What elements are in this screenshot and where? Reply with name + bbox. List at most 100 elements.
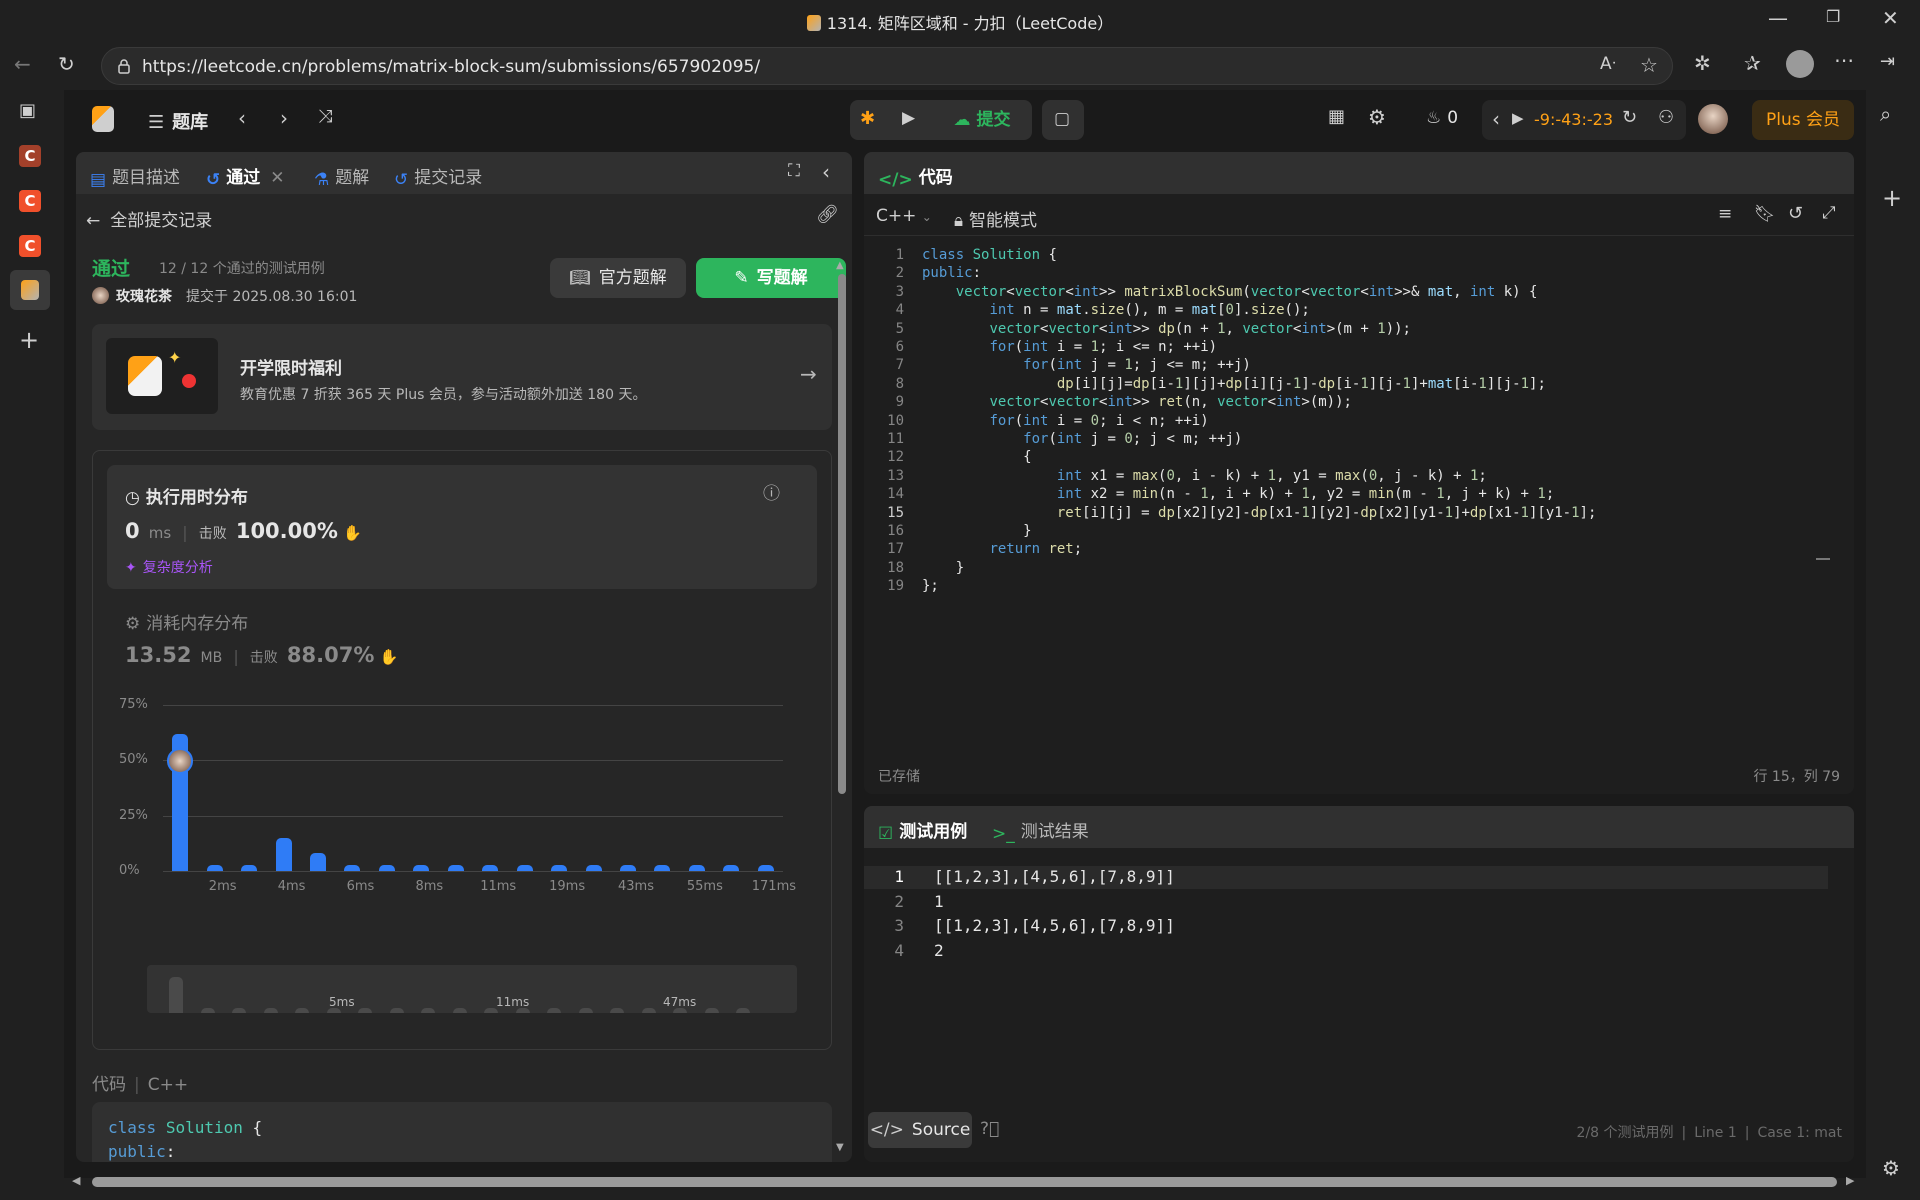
testcase-line[interactable]: 42 [864,940,1828,963]
smart-mode-toggle[interactable]: 🔒︎ 智能模式 [954,206,1037,231]
chart-bar[interactable] [620,865,636,871]
chart-bar[interactable] [516,865,533,871]
runtime-distribution-chart: 75% 50% 25% 0% 2ms 4ms 6ms 8ms 11ms 19ms 43ms 55ms 1… [93,681,833,911]
chart-bar[interactable] [654,865,671,871]
runtime-card[interactable]: ◷ 执行用时分布 ⓘ 0 ms | 击败 100.00% ✋ ✦ 复杂度分析 [107,465,817,589]
chart-bar[interactable] [413,865,430,871]
tab-solutions[interactable]: ⚗ 题解 [314,163,369,190]
tab-accepted[interactable]: ↺ 通过 ✕ [206,163,285,190]
chart-bar[interactable] [378,865,395,871]
language-select[interactable]: C++ ⌄ [876,206,932,226]
timer-reset-icon[interactable]: ↻ [1622,109,1637,127]
scroll-up-icon[interactable]: ▲ [836,260,844,271]
tab-description[interactable]: ▤ 题目描述 [90,163,180,190]
restore-icon[interactable]: ❐ [1826,9,1840,25]
testcase-input[interactable]: 1 [[1,2,3],[4,5,6],[7,8,9]] 2 1 3 [[1,2,3],[4… [864,866,1854,966]
close-window-icon[interactable]: ✕ [1882,8,1899,28]
address-bar[interactable]: https://leetcode.cn/problems/matrix-bloc… [101,47,1673,85]
left-scrollbar[interactable] [838,274,846,794]
back-icon[interactable]: ← [14,54,31,74]
close-tab-icon[interactable]: ✕ [270,168,284,188]
info-icon[interactable]: ⓘ [763,479,780,504]
minimize-icon[interactable]: — [1768,8,1788,28]
chart-bar[interactable] [551,865,568,871]
streak-counter[interactable]: ♨ 0 [1426,108,1458,128]
promo-banner[interactable]: ✦ 开学限时福利 教育优惠 7 折获 365 天 Plus 会员，参与活动额外加… [92,324,832,430]
settings-icon[interactable]: ⚙ [1368,107,1386,127]
invite-icon[interactable]: ⚇ [1658,109,1674,127]
back-to-submissions[interactable]: ← 全部提交记录 [86,206,212,231]
memory-title[interactable]: ⚙ 消耗内存分布 [125,609,248,634]
format-icon[interactable]: ≡ [1718,206,1732,223]
collapse-icon[interactable]: ‹ [822,162,830,182]
x-tick-label: 11ms [480,879,517,894]
favorites-icon[interactable]: ✰ [1744,53,1761,73]
timer-play-icon[interactable]: ▶ [1512,111,1524,126]
official-solution-button[interactable]: 📖︎ 官方题解 [550,258,686,298]
link-icon[interactable]: 🔗︎ [816,206,839,224]
chart-bar[interactable] [447,865,464,871]
extensions-icon[interactable]: ✲ [1694,53,1711,73]
user-avatar[interactable] [1698,104,1728,134]
profile-avatar[interactable] [1786,50,1814,78]
read-aloud-icon[interactable]: Aᐧ [1600,56,1616,73]
tab-favicon-3[interactable]: C [19,235,41,257]
tab-favicon-1[interactable]: C [19,145,41,167]
scroll-down-icon[interactable]: ▼ [836,1142,844,1153]
chart-bar[interactable] [206,865,223,871]
tab-submissions[interactable]: ↺ 提交记录 [394,163,482,190]
help-icon[interactable]: ?⃝ [980,1119,999,1139]
favorite-star-icon[interactable]: ☆ [1640,55,1658,75]
leetcode-logo-icon[interactable] [92,106,114,132]
reload-icon[interactable]: ↻ [58,54,75,74]
layout-icon[interactable]: ▦ [1328,108,1345,126]
chart-bar[interactable] [723,865,740,871]
new-tab-icon[interactable]: + [19,328,39,352]
chart-bar[interactable] [344,865,361,871]
scroll-left-icon[interactable]: ◀ [72,1174,80,1187]
maximize-icon[interactable]: ⛶ [788,163,800,180]
timer-prev-icon[interactable]: ‹ [1492,109,1500,129]
plus-member-button[interactable]: Plus 会员 [1752,100,1854,140]
submitter-name[interactable]: 玫瑰花茶 [116,286,172,306]
write-solution-button[interactable]: ✎ 写题解 [696,258,846,298]
submit-button[interactable]: ☁ 提交 [936,103,1028,137]
chart-bar[interactable] [275,837,292,871]
notes-button[interactable]: ▢ [1042,100,1084,140]
chart-bar[interactable] [757,865,774,871]
scroll-right-icon[interactable]: ▶ [1846,1174,1854,1187]
tab-testcase[interactable]: ☑ 测试用例 [878,817,967,844]
chart-bar[interactable] [310,853,326,871]
code-editor[interactable]: 1 class Solution {2 public: 3 vector<vector… [864,246,1834,746]
chart-bar[interactable] [241,865,258,871]
edge-settings-icon[interactable]: ⚙ [1882,1158,1900,1178]
prev-problem-icon[interactable]: ‹ [238,108,246,128]
tab-favicon-2[interactable]: C [19,190,41,212]
testcase-line[interactable]: 3 [[1,2,3],[4,5,6],[7,8,9]] [864,915,1828,938]
sidebar-toggle-icon[interactable]: ⇥ [1880,53,1895,71]
chart-bar[interactable] [482,865,499,871]
testcase-line[interactable]: 21 [864,891,1828,914]
run-icon[interactable]: ▶ [902,110,915,127]
tab-code[interactable]: </> 代码 [878,163,953,190]
edge-add-icon[interactable]: + [1882,186,1902,210]
tab-favicon-active[interactable] [10,270,50,310]
chart-bar[interactable] [688,865,705,871]
problem-list-button[interactable]: ☰ 题库 [148,108,208,134]
shuffle-icon[interactable]: ⤨ [318,108,332,126]
chart-bar[interactable] [585,865,602,871]
reset-code-icon[interactable]: ↺ [1788,205,1803,223]
edge-search-icon[interactable]: ⌕ [1880,104,1891,124]
complexity-analysis-link[interactable]: ✦ 复杂度分析 [125,557,213,577]
fullscreen-icon[interactable]: ⤢ [1822,205,1836,222]
bookmark-icon[interactable]: 🔖︎ [1754,206,1776,223]
chart-range-navigator[interactable]: 5ms 11ms 47ms [147,965,797,1013]
next-problem-icon[interactable]: › [280,108,288,128]
tab-actions-icon[interactable]: ▣ [19,102,36,120]
testcase-line[interactable]: 1 [[1,2,3],[4,5,6],[7,8,9]] [864,866,1828,889]
more-icon[interactable]: ⋯ [1834,50,1854,70]
debug-icon[interactable]: ✱ [860,110,875,128]
page-horizontal-scrollbar[interactable] [92,1177,1837,1187]
tab-test-result[interactable]: >_ 测试结果 [992,817,1089,844]
source-button[interactable]: </> Source [868,1112,972,1148]
